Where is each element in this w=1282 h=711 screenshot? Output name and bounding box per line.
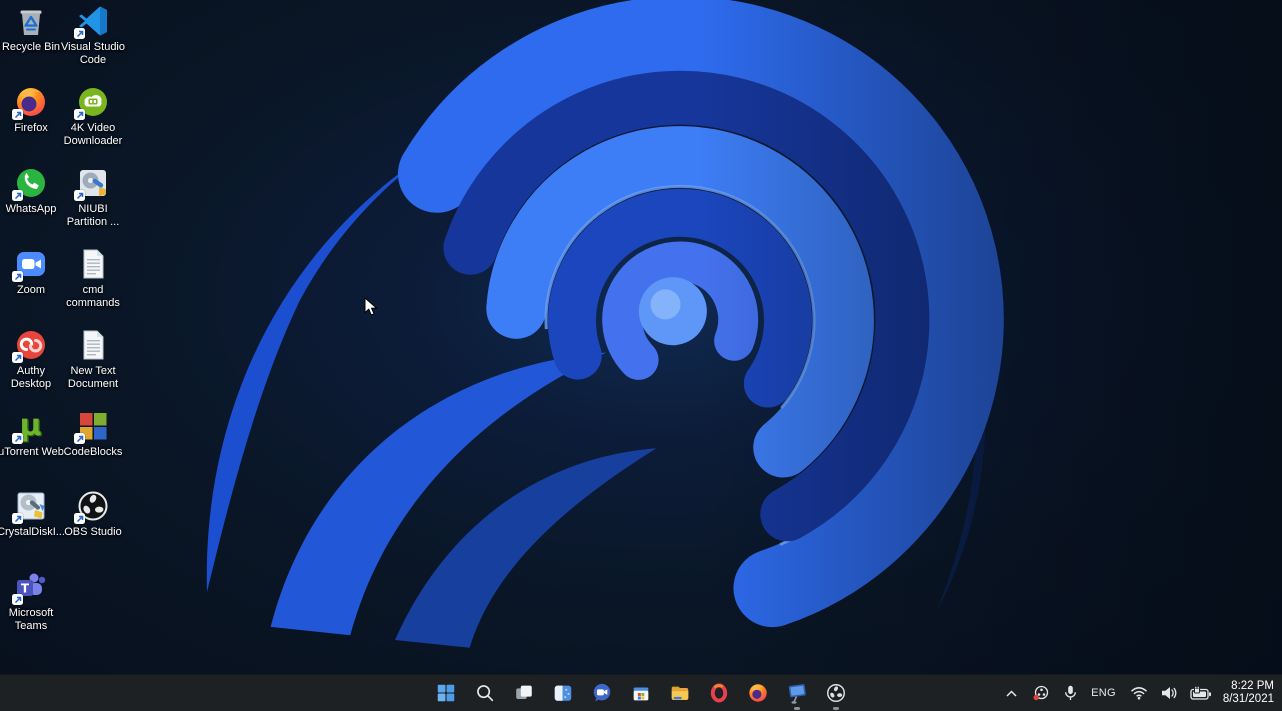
shortcut-arrow-icon xyxy=(12,109,23,120)
desktop-icon-label: OBS Studio xyxy=(64,526,122,538)
taskbar-center-group xyxy=(433,675,849,711)
desktop-icon-authy-desktop[interactable]: Authy Desktop xyxy=(0,328,66,391)
desktop-icon-vscode[interactable]: Visual Studio Code xyxy=(58,4,128,67)
obs-studio-icon xyxy=(74,489,110,524)
clock-date: 8/31/2021 xyxy=(1222,693,1274,705)
start-button[interactable] xyxy=(433,680,459,706)
obs-studio-icon xyxy=(827,684,845,702)
microsoft-store-button[interactable] xyxy=(628,680,654,706)
mouse-cursor xyxy=(364,297,378,316)
hidden-icons-chevron[interactable] xyxy=(1003,687,1020,700)
shortcut-arrow-icon xyxy=(12,433,23,444)
desktop-icon-cmd-commands[interactable]: cmd commands xyxy=(58,247,128,310)
desktop-icon-obs-studio[interactable]: OBS Studio xyxy=(58,489,128,539)
desktop-icon-label: Microsoft Teams xyxy=(8,607,54,632)
widgets-button[interactable] xyxy=(550,680,576,706)
volume-tray-icon[interactable] xyxy=(1159,684,1179,702)
desktop-icon-microsoft-teams[interactable]: T Microsoft Teams xyxy=(0,570,66,633)
desktop-icon-label: cmd commands xyxy=(66,284,120,309)
desktop-icon-label: Firefox xyxy=(14,122,48,134)
desktop-icon-recycle-bin[interactable]: Recycle Bin xyxy=(0,4,66,54)
desktop-icon-label: Zoom xyxy=(16,284,46,296)
desktop-icon-4k-video-downloader[interactable]: 4K Video Downloader xyxy=(58,85,128,148)
utorrent-icon: µ µ xyxy=(12,408,48,444)
chat-button[interactable] xyxy=(589,680,615,706)
desktop-icon-crystaldiskinfo[interactable]: CrystalDiskI... xyxy=(0,489,66,539)
desktop-icon-codeblocks[interactable]: CodeBlocks xyxy=(58,409,128,459)
search-icon xyxy=(477,685,494,702)
microsoft-store-icon xyxy=(633,687,649,701)
shortcut-arrow-icon xyxy=(74,513,85,524)
taskbar: ENG 8:22 PM 8/31/2021 xyxy=(0,674,1282,711)
niubi-partition-icon xyxy=(74,166,110,201)
clock-time: 8:22 PM xyxy=(1231,680,1274,692)
crystaldiskinfo-icon xyxy=(12,489,48,524)
microsoft-teams-icon: T xyxy=(12,570,48,605)
shortcut-arrow-icon xyxy=(12,594,23,605)
text-document-icon xyxy=(76,328,110,362)
desktop-icon-label: uTorrent Web xyxy=(0,446,64,458)
desktop-icon-label: Authy Desktop xyxy=(10,365,52,390)
shortcut-arrow-icon xyxy=(74,109,85,120)
wallpaper-bloom xyxy=(0,0,1282,711)
file-explorer-icon xyxy=(671,686,689,700)
recycle-bin-icon xyxy=(14,4,48,38)
screen-recorder-icon xyxy=(788,684,806,704)
desktop-icon-niubi-partition[interactable]: NIUBI Partition ... xyxy=(58,166,128,229)
wifi-tray-icon[interactable] xyxy=(1128,684,1150,702)
chat-icon xyxy=(593,683,611,702)
screen-recorder-button[interactable] xyxy=(784,680,810,710)
shortcut-arrow-icon xyxy=(12,190,23,201)
language-indicator[interactable]: ENG xyxy=(1088,687,1119,699)
shortcut-arrow-icon xyxy=(74,433,85,444)
svg-text:T: T xyxy=(21,582,30,596)
task-view-button[interactable] xyxy=(511,680,537,706)
shortcut-arrow-icon xyxy=(74,190,85,201)
text-document-icon xyxy=(76,247,110,281)
windows-11-desktop: { "desktop": { "icons": [ {"label": "Rec… xyxy=(0,0,1282,711)
windows-start-icon xyxy=(437,684,455,702)
shortcut-arrow-icon xyxy=(12,271,23,282)
vscode-icon xyxy=(74,4,110,39)
whatsapp-icon xyxy=(12,166,48,201)
chevron-up-icon xyxy=(1006,689,1017,697)
desktop-icon-label: CrystalDiskI... xyxy=(0,526,65,538)
authy-icon xyxy=(12,328,48,363)
codeblocks-icon xyxy=(74,409,110,444)
desktop-icon-label: CodeBlocks xyxy=(63,446,123,458)
shortcut-arrow-icon xyxy=(74,28,85,39)
desktop-icon-new-text-document[interactable]: New Text Document xyxy=(58,328,128,391)
4k-video-downloader-icon xyxy=(74,85,110,120)
battery-tray-icon[interactable] xyxy=(1188,684,1214,703)
microphone-tray-icon[interactable] xyxy=(1062,683,1079,703)
desktop-icon-label: Visual Studio Code xyxy=(60,41,125,66)
desktop-icon-label: NIUBI Partition ... xyxy=(66,203,120,228)
obs-tray-icon[interactable] xyxy=(1029,683,1053,704)
taskbar-clock[interactable]: 8:22 PM 8/31/2021 xyxy=(1223,680,1278,706)
file-explorer-button[interactable] xyxy=(667,680,693,706)
opera-icon xyxy=(710,683,728,703)
desktop-icon-label: Recycle Bin xyxy=(1,41,61,53)
desktop-icon-label: WhatsApp xyxy=(5,203,57,215)
desktop-icon-label: New Text Document xyxy=(67,365,119,390)
running-indicator xyxy=(833,707,839,710)
obs-studio-taskbar-button[interactable] xyxy=(823,680,849,710)
widgets-icon xyxy=(554,685,572,701)
desktop-icon-utorrent-web[interactable]: µ µ uTorrent Web xyxy=(0,408,66,459)
running-indicator xyxy=(794,707,800,710)
system-tray: ENG 8:22 PM 8/31/2021 xyxy=(1003,675,1278,711)
desktop-icon-whatsapp[interactable]: WhatsApp xyxy=(0,166,66,216)
firefox-taskbar-button[interactable] xyxy=(745,680,771,706)
shortcut-arrow-icon xyxy=(12,513,23,524)
shortcut-arrow-icon xyxy=(12,352,23,363)
desktop-icon-label: 4K Video Downloader xyxy=(63,122,123,147)
task-view-icon xyxy=(516,685,532,699)
firefox-icon xyxy=(749,684,767,702)
search-button[interactable] xyxy=(472,680,498,706)
opera-button[interactable] xyxy=(706,680,732,706)
firefox-icon xyxy=(12,85,48,120)
zoom-icon xyxy=(12,247,48,282)
desktop-icon-firefox[interactable]: Firefox xyxy=(0,85,66,135)
desktop-icon-zoom[interactable]: Zoom xyxy=(0,247,66,297)
